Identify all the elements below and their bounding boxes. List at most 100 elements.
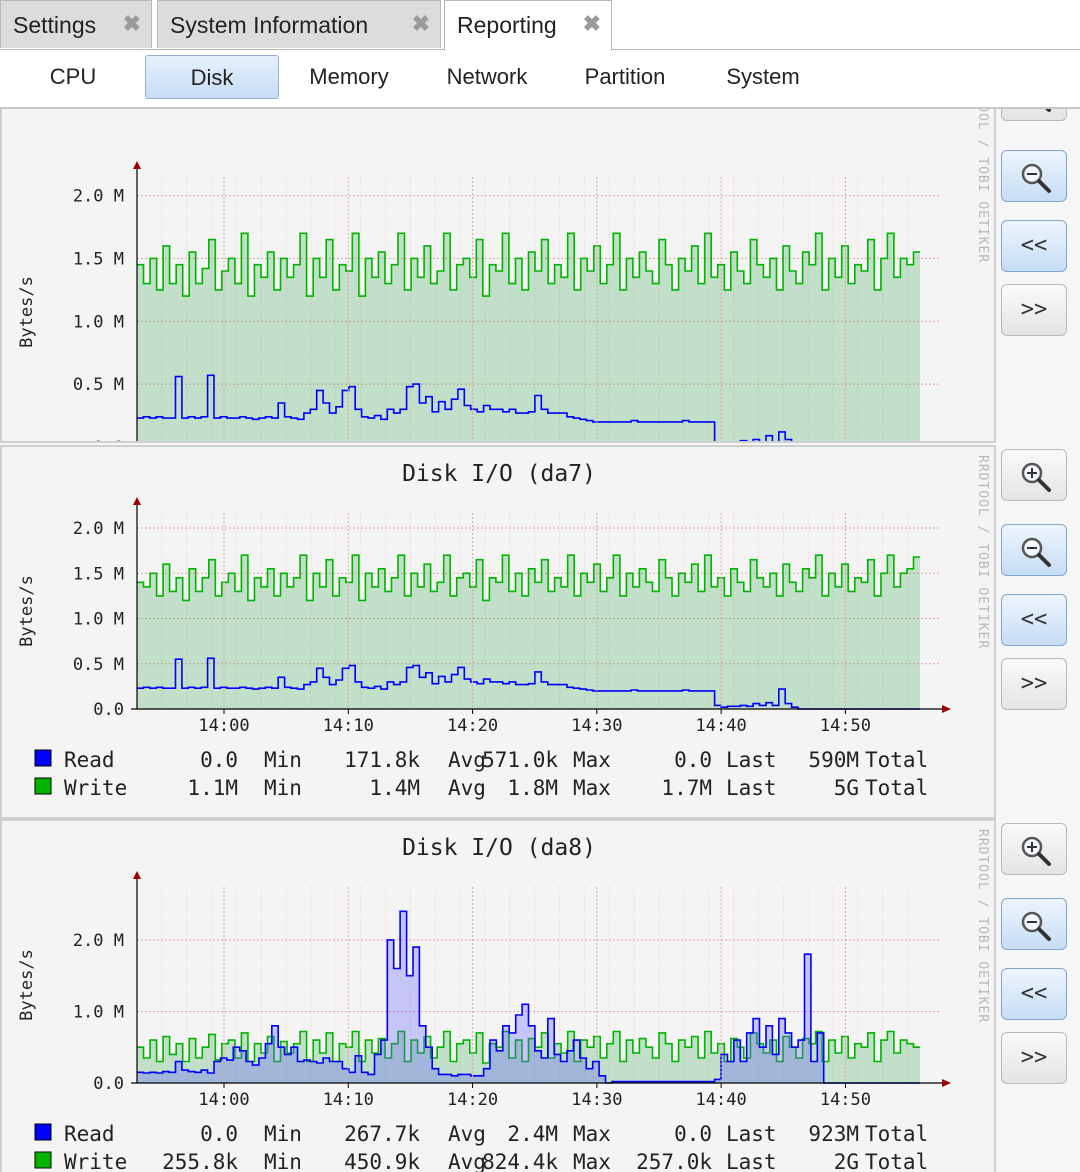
zoom-out-button[interactable] (1001, 150, 1067, 202)
x-tick-label: 14:50 (820, 1090, 871, 1110)
y-axis-label: Bytes/s (17, 276, 37, 348)
legend-max-label: Max (573, 776, 611, 800)
y-axis-arrow (133, 497, 141, 505)
y-tick-label: 1.5 M (73, 249, 124, 269)
legend-max-value: 1.8M (507, 776, 558, 800)
x-tick-label: 14:10 (323, 716, 374, 736)
zoom-out-icon (1021, 537, 1051, 567)
zoom-in-icon (1021, 462, 1051, 492)
zoom-out-button[interactable] (1001, 524, 1067, 576)
disk-graph-panel-da7: Disk I/O (da7) Bytes/s 0.0 0.5 M 1.0 M 1.5 M 2… (0, 445, 996, 819)
subnav-memory[interactable]: Memory (282, 55, 416, 99)
tab-settings[interactable]: Settings ✖ (0, 0, 152, 48)
close-icon[interactable]: ✖ (412, 11, 430, 37)
legend-max-value: 2.4M (507, 1122, 558, 1146)
legend-avg-value: 450.9k (344, 1150, 420, 1172)
tab-reporting[interactable]: Reporting ✖ (444, 0, 612, 51)
legend-last-value: 0.0 (674, 1122, 712, 1146)
x-tick-label: 14:20 (447, 1090, 498, 1110)
y-axis-label: Bytes/s (17, 575, 37, 647)
legend-total-value: 590M (808, 748, 859, 772)
y-tick-label: 2.0 M (73, 519, 124, 539)
zoom-out-icon (1021, 911, 1051, 941)
forward-button[interactable]: >> (1001, 284, 1067, 336)
legend-max-label: Max (573, 1122, 611, 1146)
x-axis-arrow (942, 705, 951, 713)
y-tick-label: 2.0 M (73, 187, 124, 207)
x-tick-label: 14:10 (323, 1090, 374, 1110)
subnav-partition[interactable]: Partition (558, 55, 692, 99)
legend-min-label: Min (264, 1150, 302, 1172)
back-button[interactable]: << (1001, 220, 1067, 272)
y-tick-label: 0.5 M (73, 655, 124, 675)
legend-last-label: Last (726, 748, 777, 772)
y-tick-label: 0.5 M (73, 375, 124, 395)
close-icon[interactable]: ✖ (123, 11, 141, 37)
legend-max-value: 824.4k (482, 1150, 558, 1172)
disk-io-chart-0: Bytes/s0.00.5 M1.0 M1.5 M2.0 M14:0014:10… (17, 161, 940, 441)
x-axis-arrow (942, 1079, 951, 1087)
zoom-in-button[interactable] (1001, 109, 1067, 121)
graphs-scroll-area[interactable]: Bytes/s 0.0 0.5 M 1.0 M 1.5 M 2.0 M 14:00 14:10… (0, 109, 1080, 1172)
legend-total-label: Total (865, 748, 928, 772)
tab-reporting-label: Reporting (457, 12, 557, 38)
tab-settings-label: Settings (13, 12, 97, 38)
zoom-out-button[interactable] (1001, 898, 1067, 950)
legend-last-value: 1.7M (661, 776, 712, 800)
chart-title: Disk I/O (da7) (402, 461, 596, 487)
forward-button[interactable]: >> (1001, 1032, 1067, 1084)
x-tick-label: 14:40 (696, 1090, 747, 1110)
legend-total-label: Total (865, 776, 928, 800)
back-button[interactable]: << (1001, 594, 1067, 646)
zoom-in-icon (1021, 836, 1051, 866)
disk-io-chart-da8: Disk I/O (da8) Bytes/s 0.0 1.0 M 2.0 M 14:00 1… (17, 835, 951, 1172)
legend-min-value: 0.0 (200, 748, 238, 772)
x-tick-label: 14:00 (198, 716, 249, 736)
legend-swatch-write (34, 777, 52, 795)
legend-min-value: 255.8k (162, 1150, 238, 1172)
subnav-cpu[interactable]: CPU (6, 55, 140, 99)
legend-avg-label: Avg (448, 748, 486, 772)
x-tick-label: 14:20 (447, 716, 498, 736)
disk-io-chart-da7: Disk I/O (da7) Bytes/s 0.0 0.5 M 1.0 M 1.5 M 2… (17, 461, 951, 800)
legend-name: Write (64, 1150, 127, 1172)
legend-last-label: Last (726, 1150, 777, 1172)
y-tick-label: 1.0 M (73, 312, 124, 332)
x-tick-label: 14:00 (198, 1090, 249, 1110)
legend-avg-value: 171.8k (344, 748, 420, 772)
rrdtool-watermark: RRDTOOL / TOBI OETIKER (975, 455, 990, 650)
legend-last-value: 257.0k (636, 1150, 712, 1172)
legend-swatch-write (34, 1151, 52, 1169)
legend-last-label: Last (726, 1122, 777, 1146)
subnav-disk[interactable]: Disk (145, 55, 279, 99)
legend-name: Read (64, 1122, 115, 1146)
legend-min-label: Min (264, 1122, 302, 1146)
legend-max-label: Max (573, 1150, 611, 1172)
close-icon[interactable]: ✖ (583, 11, 601, 37)
legend-avg-value: 267.7k (344, 1122, 420, 1146)
x-tick-label: 14:30 (571, 1090, 622, 1110)
zoom-in-button[interactable] (1001, 449, 1067, 501)
subnav-network[interactable]: Network (420, 55, 554, 99)
legend-min-value: 0.0 (200, 1122, 238, 1146)
back-button[interactable]: << (1001, 968, 1067, 1020)
rrdtool-watermark: RRDTOOL / TOBI OETIKER (975, 109, 990, 264)
x-tick-label: 14:50 (820, 716, 871, 736)
subnav-system[interactable]: System (696, 55, 830, 99)
legend-last-label: Last (726, 776, 777, 800)
y-tick-label: 0.0 (93, 1074, 124, 1094)
zoom-in-icon (1045, 109, 1051, 112)
legend-total-label: Total (865, 1122, 928, 1146)
legend-avg-label: Avg (448, 776, 486, 800)
legend-max-label: Max (573, 748, 611, 772)
zoom-in-button[interactable] (1001, 823, 1067, 875)
legend-name: Write (64, 776, 127, 800)
y-tick-label: 1.0 M (73, 610, 124, 630)
y-axis-arrow (133, 871, 141, 879)
legend-total-value: 5G (834, 776, 859, 800)
legend-min-label: Min (264, 776, 302, 800)
tab-system-information[interactable]: System Information ✖ (157, 0, 441, 48)
forward-button[interactable]: >> (1001, 658, 1067, 710)
tab-system-information-label: System Information (170, 12, 369, 38)
y-tick-label: 0.0 (93, 700, 124, 720)
